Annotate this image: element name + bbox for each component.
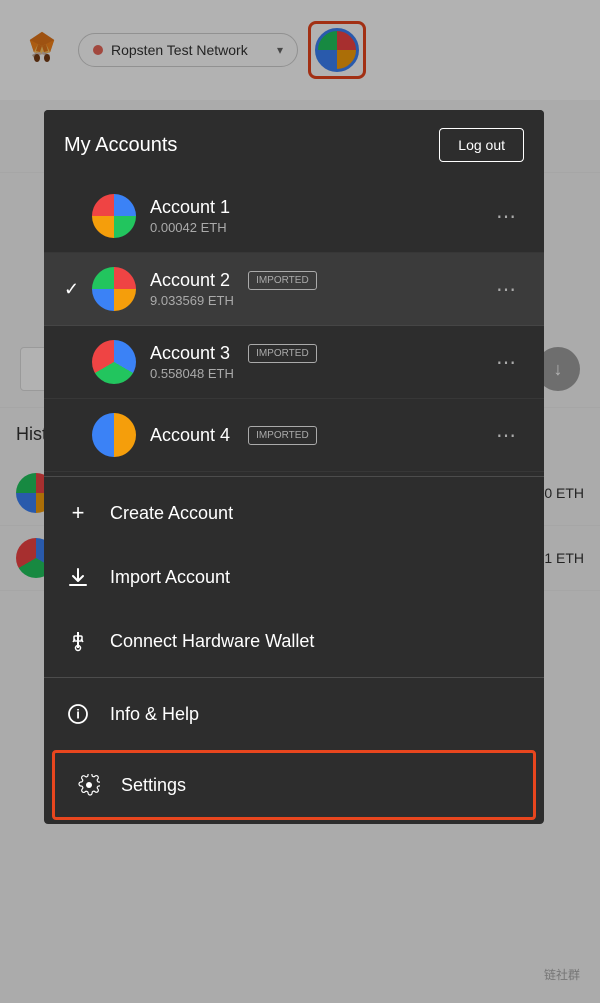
account-item-4[interactable]: Account 4 IMPORTED ⋯ — [44, 399, 544, 472]
account-info-2: Account 2 IMPORTED 9.033569 ETH — [150, 270, 488, 308]
account-item-3[interactable]: Account 3 IMPORTED 0.558048 ETH ⋯ — [44, 326, 544, 399]
account-info-4: Account 4 IMPORTED — [150, 425, 488, 446]
account-avatar-3 — [92, 340, 136, 384]
imported-badge-2: IMPORTED — [248, 271, 317, 290]
panel-title: My Accounts — [64, 134, 177, 157]
accounts-dropdown-panel: My Accounts Log out Account 1 0.00042 ET… — [44, 110, 544, 824]
overlay: My Accounts Log out Account 1 0.00042 ET… — [0, 0, 600, 1003]
more-options-1[interactable]: ⋯ — [488, 200, 524, 233]
more-options-4[interactable]: ⋯ — [488, 419, 524, 452]
info-help-item[interactable]: i Info & Help — [44, 682, 544, 746]
import-account-item[interactable]: Import Account — [44, 545, 544, 609]
import-icon — [64, 563, 92, 591]
more-options-3[interactable]: ⋯ — [488, 346, 524, 379]
account-name-2: Account 2 — [150, 270, 230, 291]
account-info-1: Account 1 0.00042 ETH — [150, 197, 488, 235]
account-name-4: Account 4 — [150, 425, 230, 446]
imported-badge-3: IMPORTED — [248, 344, 317, 363]
imported-badge-4: IMPORTED — [248, 426, 317, 445]
account-name-1: Account 1 — [150, 197, 488, 218]
divider-2 — [44, 677, 544, 678]
usb-icon — [64, 627, 92, 655]
panel-header: My Accounts Log out — [44, 110, 544, 180]
account-item-1[interactable]: Account 1 0.00042 ETH ⋯ — [44, 180, 544, 253]
accounts-list: Account 1 0.00042 ETH ⋯ ✓ Account 2 IMPO… — [44, 180, 544, 472]
more-options-2[interactable]: ⋯ — [488, 273, 524, 306]
create-account-label: Create Account — [110, 503, 233, 524]
info-icon: i — [64, 700, 92, 728]
settings-item-wrapper: Settings — [52, 750, 536, 820]
settings-label: Settings — [121, 775, 186, 796]
connect-hardware-label: Connect Hardware Wallet — [110, 631, 314, 652]
settings-gear-icon — [75, 771, 103, 799]
account-balance-2: 9.033569 ETH — [150, 293, 488, 308]
connect-hardware-wallet-item[interactable]: Connect Hardware Wallet — [44, 609, 544, 673]
info-help-label: Info & Help — [110, 704, 199, 725]
account-item-2[interactable]: ✓ Account 2 IMPORTED 9.033569 ETH ⋯ — [44, 253, 544, 326]
account-balance-1: 0.00042 ETH — [150, 220, 488, 235]
account-name-3: Account 3 — [150, 343, 230, 364]
account-avatar-4 — [92, 413, 136, 457]
check-mark-2: ✓ — [64, 279, 88, 300]
account-balance-3: 0.558048 ETH — [150, 366, 488, 381]
account-avatar-2 — [92, 267, 136, 311]
divider-1 — [44, 476, 544, 477]
svg-text:i: i — [76, 707, 80, 722]
account-avatar-1 — [92, 194, 136, 238]
plus-icon: + — [64, 499, 92, 527]
settings-item[interactable]: Settings — [55, 753, 533, 817]
logout-button[interactable]: Log out — [439, 128, 524, 162]
import-account-label: Import Account — [110, 567, 230, 588]
create-account-item[interactable]: + Create Account — [44, 481, 544, 545]
account-info-3: Account 3 IMPORTED 0.558048 ETH — [150, 343, 488, 381]
